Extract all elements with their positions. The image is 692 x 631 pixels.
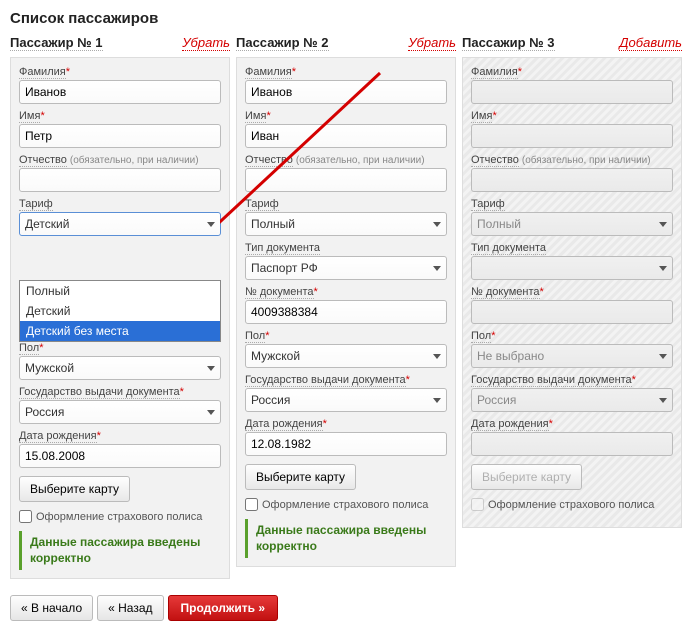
firstname-label: Имя* [245,110,447,122]
chevron-down-icon [433,354,441,359]
passenger-header: Пассажир № 3 [462,35,555,51]
tariff-label: Тариф [471,198,673,210]
tariff-label: Тариф [19,198,221,210]
chevron-down-icon [207,366,215,371]
choose-card-button: Выберите карту [471,464,582,490]
chevron-down-icon [659,354,667,359]
chevron-down-icon [659,266,667,271]
patronymic-label: Отчество (обязательно, при наличии) [19,154,221,166]
patronymic-label: Отчество (обязательно, при наличии) [471,154,673,166]
patronymic-label: Отчество (обязательно, при наличии) [245,154,447,166]
chevron-down-icon [433,266,441,271]
gender-label: Пол* [19,342,221,354]
birthdate-input [471,432,673,456]
tariff-select[interactable]: Детский [19,212,221,236]
gender-select[interactable]: Мужской [19,356,221,380]
gender-label: Пол* [245,330,447,342]
gender-select: Не выбрано [471,344,673,368]
country-label: Государство выдачи документа* [245,374,447,386]
doctype-select [471,256,673,280]
passenger-col-2: Пассажир № 2 Убрать Фамилия* Имя* Отчест… [236,33,456,579]
docnum-input [471,300,673,324]
validation-message: Данные пассажира введены корректно [19,531,221,570]
birthdate-label: Дата рождения* [245,418,447,430]
firstname-input [471,124,673,148]
insurance-label: Оформление страхового полиса [488,499,654,511]
tariff-select: Полный [471,212,673,236]
patronymic-input[interactable] [19,168,221,192]
passenger-col-1: Пассажир № 1 Убрать Фамилия* Имя* Отчест… [10,33,230,579]
chevron-down-icon [433,222,441,227]
tariff-option[interactable]: Полный [20,281,220,301]
gender-label: Пол* [471,330,673,342]
validation-message: Данные пассажира введены корректно [245,519,447,558]
tariff-label: Тариф [245,198,447,210]
chevron-down-icon [207,222,215,227]
lastname-label: Фамилия* [471,66,673,78]
passenger-header: Пассажир № 2 [236,35,329,51]
insurance-label: Оформление страхового полиса [36,511,202,523]
birthdate-label: Дата рождения* [471,418,673,430]
patronymic-input[interactable] [245,168,447,192]
insurance-checkbox[interactable] [19,510,32,523]
country-select[interactable]: Россия [245,388,447,412]
lastname-input[interactable] [245,80,447,104]
tariff-select[interactable]: Полный [245,212,447,236]
doctype-label: Тип документа [245,242,447,254]
birthdate-input[interactable] [245,432,447,456]
docnum-label: № документа* [471,286,673,298]
doctype-label: Тип документа [471,242,673,254]
lastname-label: Фамилия* [19,66,221,78]
tariff-option[interactable]: Детский [20,301,220,321]
add-link[interactable]: Добавить [619,35,682,51]
docnum-label: № документа* [245,286,447,298]
insurance-checkbox [471,498,484,511]
nav-back-button[interactable]: « Назад [97,595,163,621]
docnum-input[interactable] [245,300,447,324]
birthdate-label: Дата рождения* [19,430,221,442]
insurance-checkbox[interactable] [245,498,258,511]
gender-select[interactable]: Мужской [245,344,447,368]
firstname-input[interactable] [245,124,447,148]
lastname-input[interactable] [19,80,221,104]
firstname-label: Имя* [19,110,221,122]
chevron-down-icon [659,222,667,227]
lastname-label: Фамилия* [245,66,447,78]
country-select[interactable]: Россия [19,400,221,424]
nav-continue-button[interactable]: Продолжить » [168,595,279,621]
country-select: Россия [471,388,673,412]
chevron-down-icon [207,410,215,415]
doctype-select[interactable]: Паспорт РФ [245,256,447,280]
choose-card-button[interactable]: Выберите карту [19,476,130,502]
insurance-label: Оформление страхового полиса [262,499,428,511]
chevron-down-icon [433,398,441,403]
passenger-columns: Пассажир № 1 Убрать Фамилия* Имя* Отчест… [10,33,682,579]
choose-card-button[interactable]: Выберите карту [245,464,356,490]
nav-start-button[interactable]: « В начало [10,595,93,621]
chevron-down-icon [659,398,667,403]
tariff-dropdown: Полный Детский Детский без места [19,280,221,342]
country-label: Государство выдачи документа* [19,386,221,398]
remove-link[interactable]: Убрать [182,35,230,51]
passenger-header: Пассажир № 1 [10,35,103,51]
patronymic-input [471,168,673,192]
birthdate-input[interactable] [19,444,221,468]
firstname-input[interactable] [19,124,221,148]
lastname-input [471,80,673,104]
passenger-col-3: Пассажир № 3 Добавить Фамилия* Имя* Отче… [462,33,682,579]
country-label: Государство выдачи документа* [471,374,673,386]
tariff-option[interactable]: Детский без места [20,321,220,341]
remove-link[interactable]: Убрать [408,35,456,51]
page-title: Список пассажиров [10,10,682,27]
firstname-label: Имя* [471,110,673,122]
bottom-navigation: « В начало « Назад Продолжить » [10,595,682,621]
